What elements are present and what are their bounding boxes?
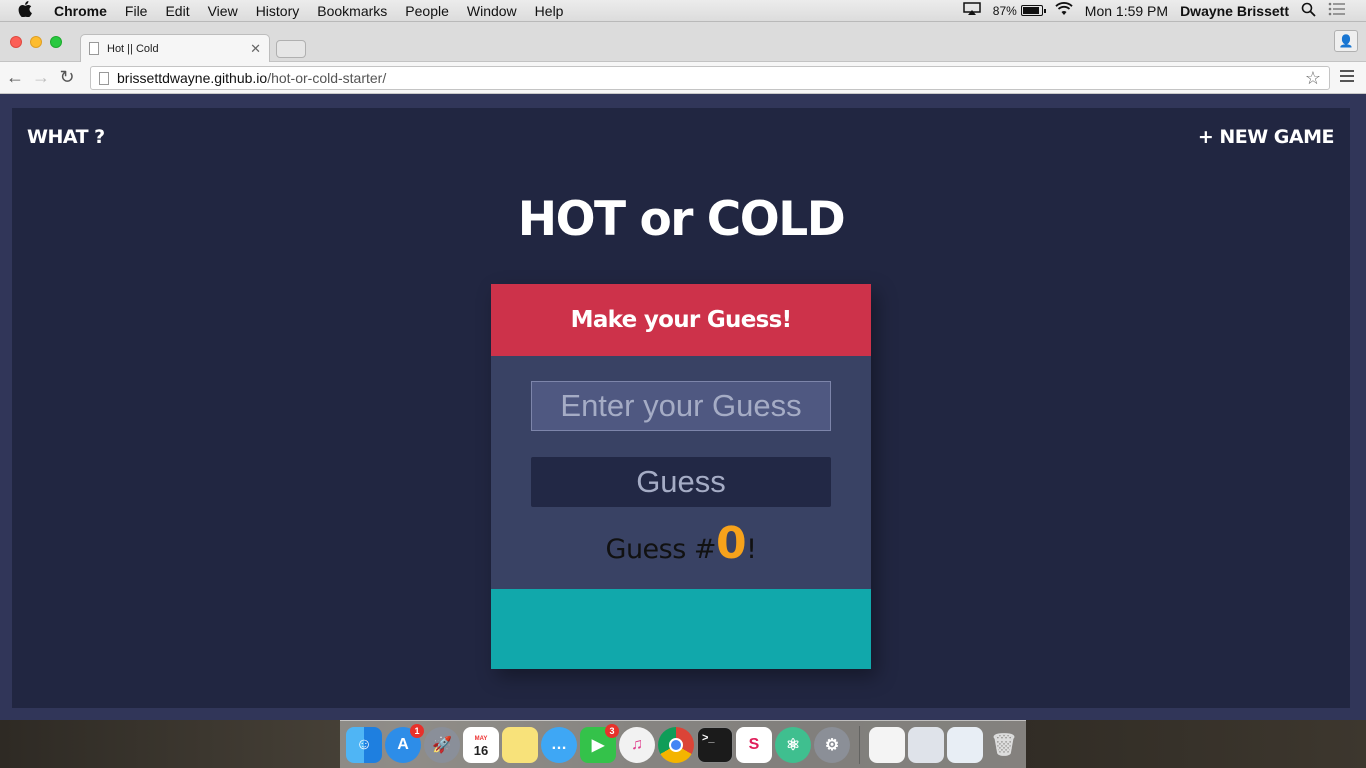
itunes-icon[interactable]: ♫ <box>619 726 655 763</box>
stack-icon-3[interactable] <box>947 726 983 763</box>
messages-icon[interactable]: … <box>541 726 577 763</box>
menu-history[interactable]: History <box>256 3 300 19</box>
notes-icon[interactable] <box>502 726 538 763</box>
launchpad-icon[interactable]: 🚀 <box>424 726 460 763</box>
guess-counter-prefix: Guess # <box>605 534 717 565</box>
facetime-badge: 3 <box>605 723 619 738</box>
guess-button[interactable]: Guess <box>531 457 831 507</box>
guess-counter: Guess #0! <box>491 518 871 569</box>
battery-status[interactable]: 87% <box>992 3 1046 18</box>
browser-window: Hot || Cold ✕ 👤 ← → ↻ brissettdwayne.git… <box>0 22 1366 720</box>
spotlight-search-icon[interactable] <box>1301 2 1316 20</box>
url-path: /hot-or-cold-starter/ <box>267 70 387 86</box>
zoom-window-button[interactable] <box>50 36 62 48</box>
stack-icon-2[interactable] <box>908 726 944 763</box>
game-title: HOT or COLD <box>517 192 846 247</box>
menu-help[interactable]: Help <box>535 3 564 19</box>
what-link[interactable]: WHAT ? <box>27 126 105 148</box>
calendar-day: 16 <box>473 742 489 758</box>
new-game-link[interactable]: + NEW GAME <box>1198 126 1335 148</box>
minimize-window-button[interactable] <box>30 36 42 48</box>
battery-percent: 87% <box>992 3 1017 18</box>
atom-icon[interactable]: ⚛ <box>775 726 811 763</box>
menu-window[interactable]: Window <box>467 3 517 19</box>
new-tab-button[interactable] <box>276 40 306 58</box>
tab-hot-or-cold[interactable]: Hot || Cold ✕ <box>80 34 270 62</box>
menu-file[interactable]: File <box>125 3 148 19</box>
close-tab-icon[interactable]: ✕ <box>250 41 261 57</box>
trash-icon[interactable]: 🗑 <box>986 727 1022 763</box>
guess-history-panel <box>491 589 871 669</box>
guess-counter-suffix: ! <box>746 534 757 565</box>
macos-dock: ☺ A1 🚀 MAY 16 … ▶ 3 ♫ >_ S ⚛ ⚙ 🗑 <box>340 720 1026 768</box>
macos-menubar: Chrome File Edit View History Bookmarks … <box>0 0 1366 22</box>
back-arrow-icon[interactable]: ← <box>4 67 26 88</box>
address-bar[interactable]: brissettdwayne.github.io/hot-or-cold-sta… <box>90 66 1330 90</box>
close-window-button[interactable] <box>10 36 22 48</box>
dock-separator <box>859 725 860 764</box>
apple-menu-icon[interactable] <box>18 0 38 21</box>
guess-input[interactable] <box>531 381 831 431</box>
menubar-clock[interactable]: Mon 1:59 PM <box>1085 3 1168 19</box>
menu-view[interactable]: View <box>208 3 238 19</box>
airplay-icon[interactable] <box>963 2 981 19</box>
battery-icon <box>1020 5 1046 16</box>
slack-icon[interactable]: S <box>736 726 772 763</box>
page-info-icon[interactable] <box>99 71 109 85</box>
menu-edit[interactable]: Edit <box>165 3 189 19</box>
notification-center-icon[interactable] <box>1328 2 1346 19</box>
calendar-icon[interactable]: MAY 16 <box>463 726 499 763</box>
guess-count: 0 <box>716 518 747 569</box>
chrome-menu-icon[interactable] <box>1340 70 1354 85</box>
tab-title: Hot || Cold <box>107 42 159 55</box>
profile-icon[interactable]: 👤 <box>1334 30 1358 52</box>
menu-chrome[interactable]: Chrome <box>54 3 107 19</box>
app-store-icon[interactable]: A1 <box>385 723 424 763</box>
terminal-icon[interactable]: >_ <box>697 726 733 763</box>
menubar-status-area: 87% Mon 1:59 PM Dwayne Brissett <box>963 2 1346 20</box>
guess-card: Make your Guess! Guess Guess #0! <box>491 284 871 669</box>
guess-form: Guess Guess #0! <box>491 356 871 589</box>
facetime-icon[interactable]: ▶ 3 <box>580 723 619 763</box>
menu-people[interactable]: People <box>405 3 449 19</box>
page-favicon-icon <box>89 42 99 55</box>
wifi-icon[interactable] <box>1055 2 1073 19</box>
system-preferences-icon[interactable]: ⚙ <box>814 726 850 763</box>
finder-icon[interactable]: ☺ <box>346 726 382 763</box>
app-store-badge: 1 <box>410 723 424 738</box>
url-host: brissettdwayne.github.io <box>117 70 268 86</box>
tab-strip: Hot || Cold ✕ 👤 <box>0 22 1366 62</box>
guess-prompt: Make your Guess! <box>491 284 871 356</box>
menu-bookmarks[interactable]: Bookmarks <box>317 3 387 19</box>
reload-icon[interactable]: ↻ <box>56 67 78 88</box>
forward-arrow-icon[interactable]: → <box>30 67 52 88</box>
browser-toolbar: ← → ↻ brissettdwayne.github.io/hot-or-co… <box>0 62 1366 94</box>
chrome-icon[interactable] <box>658 726 694 763</box>
window-controls <box>10 36 62 48</box>
stack-icon-1[interactable] <box>869 726 905 763</box>
bookmark-star-icon[interactable]: ☆ <box>1305 68 1321 89</box>
menubar-user[interactable]: Dwayne Brissett <box>1180 3 1289 19</box>
game-page: WHAT ? + NEW GAME HOT or COLD Make your … <box>12 108 1350 708</box>
